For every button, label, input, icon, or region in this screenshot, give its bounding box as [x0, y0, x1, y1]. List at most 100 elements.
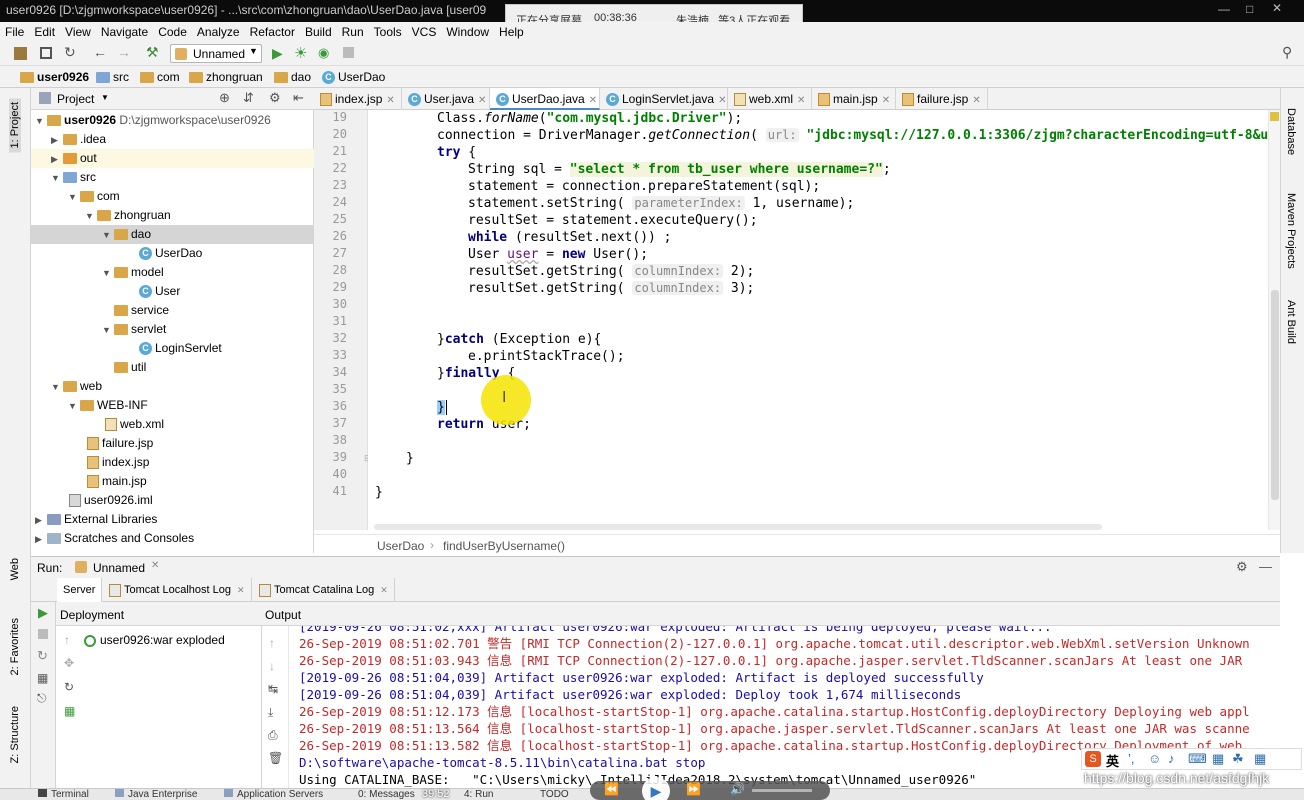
breadcrumb-item-userdao[interactable]: C UserDao: [322, 70, 385, 85]
breadcrumb-item-com[interactable]: com: [140, 70, 180, 84]
grid-icon[interactable]: ▦: [1254, 751, 1266, 767]
tab-main-jsp[interactable]: main.jsp ✕: [812, 88, 896, 110]
menu-tools[interactable]: Tools: [369, 22, 407, 39]
deployment-artifact-row[interactable]: user0926:war exploded: [84, 633, 225, 647]
structure-tool-button[interactable]: Z: Structure: [9, 706, 21, 763]
tab-loginservlet-java[interactable]: C LoginServlet.java ✕: [600, 88, 728, 110]
tab-server[interactable]: Server: [57, 578, 103, 602]
pin-icon[interactable]: ⎋: [37, 691, 47, 706]
tree-item-userdao[interactable]: C UserDao: [139, 244, 202, 263]
project-tool-button[interactable]: 1: Project: [9, 98, 21, 153]
emoji-icon[interactable]: ☺: [1148, 751, 1161, 766]
tree-item-user0926[interactable]: ▼ user0926 D:\zjgmworkspace\user0926: [35, 111, 271, 130]
stop-icon[interactable]: [343, 47, 354, 58]
breadcrumb-item-src[interactable]: src: [96, 70, 129, 84]
run-config-select[interactable]: Unnamed ▼: [170, 44, 262, 63]
build-hammer-icon[interactable]: ⚒: [146, 44, 159, 61]
gear-icon[interactable]: ⚙: [269, 90, 281, 106]
gear-icon[interactable]: ⚙: [1236, 559, 1248, 575]
tree-item-out[interactable]: ▶ out: [31, 149, 314, 168]
tree-item-external-libraries[interactable]: ▶ External Libraries: [35, 510, 157, 529]
tree-item-web[interactable]: ▼ web: [51, 377, 102, 396]
chevron-down-icon[interactable]: ▼: [101, 93, 109, 102]
tool-tab-todo[interactable]: TODO: [540, 789, 569, 800]
tree-item-index-jsp[interactable]: index.jsp: [87, 453, 149, 472]
tree-item-loginservlet[interactable]: C LoginServlet: [139, 339, 222, 358]
tree-item-web-inf[interactable]: ▼ WEB-INF: [68, 396, 148, 415]
project-view-label[interactable]: Project: [57, 92, 94, 106]
skin-icon[interactable]: ☘: [1232, 751, 1244, 767]
run-icon[interactable]: ▶: [38, 605, 48, 621]
tool-tab-java-enterprise[interactable]: Java Enterprise: [115, 789, 197, 800]
menu-code[interactable]: Code: [153, 22, 192, 39]
fast-forward-icon[interactable]: ⏩: [686, 782, 701, 796]
layout-icon[interactable]: ▦: [37, 671, 48, 685]
locate-icon[interactable]: ⊕: [219, 90, 230, 106]
tree-item-util[interactable]: util: [114, 358, 146, 377]
menu-help[interactable]: Help: [494, 22, 529, 39]
tool-tab-messages[interactable]: 0: Messages: [358, 789, 415, 800]
scroll-to-end-icon[interactable]: ⤓: [268, 705, 273, 720]
maven-tool-button[interactable]: Maven Projects: [1285, 193, 1297, 269]
code-editor[interactable]: Class.forName("com.mysql.jdbc.Driver"); …: [368, 110, 1278, 530]
deploy-up-icon[interactable]: ↑: [64, 633, 70, 647]
close-tab-icon[interactable]: ✕: [882, 95, 890, 106]
forward-arrow-icon[interactable]: →: [117, 44, 131, 60]
punctuation-icon[interactable]: ’,: [1128, 751, 1135, 766]
volume-slider[interactable]: [752, 789, 812, 792]
scroll-up-icon[interactable]: ↑: [269, 636, 275, 650]
ant-tool-button[interactable]: Ant Build: [1285, 300, 1297, 344]
menu-refactor[interactable]: Refactor: [245, 22, 300, 39]
close-tab-icon[interactable]: ✕: [718, 95, 726, 106]
menu-edit[interactable]: Edit: [29, 22, 60, 39]
scroll-down-icon[interactable]: ↓: [269, 659, 275, 673]
search-icon[interactable]: ⚲: [1282, 44, 1292, 61]
breadcrumb-item-project[interactable]: user0926: [20, 70, 89, 84]
deploy-move-icon[interactable]: ✥: [64, 656, 74, 670]
run-config-tab[interactable]: Unnamed: [93, 561, 145, 575]
close-tab-icon[interactable]: ✕: [386, 95, 394, 106]
tab-index-jsp[interactable]: index.jsp ✕: [314, 88, 402, 110]
close-tab-icon[interactable]: ✕: [380, 585, 388, 595]
menu-run[interactable]: Run: [337, 22, 369, 39]
menu-window[interactable]: Window: [441, 22, 494, 39]
volume-icon[interactable]: 🔊: [730, 782, 745, 796]
close-tab-icon[interactable]: ✕: [589, 95, 597, 106]
close-tab-icon[interactable]: ✕: [478, 95, 486, 106]
tab-web-xml[interactable]: web.xml ✕: [728, 88, 812, 110]
deploy-artifact-icon[interactable]: ▦: [64, 704, 75, 718]
tab-userdao-java[interactable]: C UserDao.java ✕: [490, 88, 600, 110]
soft-wrap-icon[interactable]: ↹: [268, 682, 278, 696]
menu-view[interactable]: View: [60, 22, 96, 39]
tab-tomcat-catalina-log[interactable]: Tomcat Catalina Log ✕: [253, 578, 395, 602]
deploy-refresh-icon[interactable]: ↻: [64, 680, 74, 694]
toolbox-icon[interactable]: ▦: [1212, 751, 1224, 767]
tree-item-main-jsp[interactable]: main.jsp: [87, 472, 147, 491]
play-pause-icon[interactable]: ▶: [642, 777, 670, 805]
tree-item-idea[interactable]: ▶ .idea: [51, 130, 106, 149]
collapse-icon[interactable]: ⇵: [243, 90, 254, 106]
coverage-icon[interactable]: ◉: [318, 45, 329, 61]
vertical-scrollbar[interactable]: [1268, 110, 1280, 530]
tree-item-web-xml[interactable]: web.xml: [105, 415, 164, 434]
tree-item-zhongruan[interactable]: ▼ zhongruan: [85, 206, 171, 225]
open-folder-icon[interactable]: [14, 47, 27, 60]
debug-icon[interactable]: ☀: [294, 44, 307, 62]
close-tab-icon[interactable]: ✕: [972, 95, 980, 106]
print-icon[interactable]: ⎙: [268, 728, 278, 743]
tree-item-user[interactable]: C User: [139, 282, 180, 301]
menu-build[interactable]: Build: [300, 22, 337, 39]
menu-navigate[interactable]: Navigate: [96, 22, 153, 39]
tree-item-servlet[interactable]: ▼ servlet: [102, 320, 166, 339]
tree-item-dao[interactable]: ▼ dao: [31, 225, 314, 244]
close-tab-icon[interactable]: ✕: [237, 585, 245, 595]
tree-item-model[interactable]: ▼ model: [102, 263, 164, 282]
rerun-icon[interactable]: ↻: [37, 648, 48, 664]
clear-all-icon[interactable]: 🗑: [268, 751, 283, 765]
close-tab-icon[interactable]: ✕: [797, 95, 805, 106]
web-tool-button[interactable]: Web: [9, 558, 21, 580]
menu-file[interactable]: File: [0, 22, 29, 39]
tab-failure-jsp[interactable]: failure.jsp ✕: [896, 88, 988, 110]
back-arrow-icon[interactable]: ←: [93, 44, 107, 60]
tab-user-java[interactable]: C User.java ✕: [402, 88, 490, 110]
